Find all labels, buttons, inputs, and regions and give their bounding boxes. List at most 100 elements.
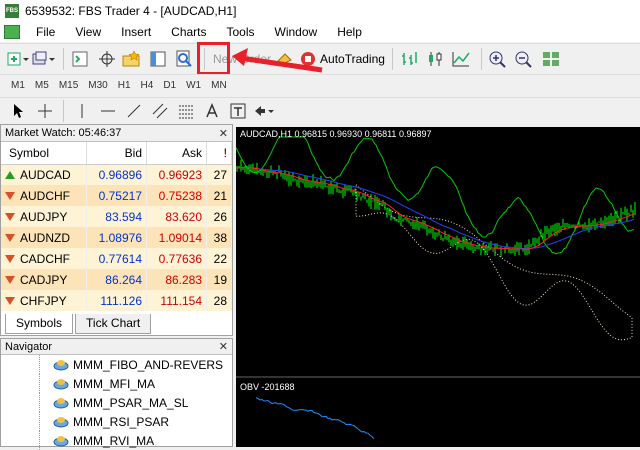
menu-view[interactable]: View	[65, 22, 111, 42]
bid-cell: 111.126	[86, 290, 148, 311]
symbol-row[interactable]: AUDCAD 0.96896 0.96923 27	[1, 164, 232, 185]
navigator-tree: MMM_FIBO_AND-REVERS MMM_MFI_MA MMM_PSAR_MA…	[1, 355, 232, 450]
trendline-tool[interactable]	[121, 100, 147, 122]
timeframe-w1[interactable]: W1	[181, 76, 206, 96]
line-studies-toolbar	[0, 97, 640, 123]
timeframe-m1[interactable]: M1	[6, 76, 30, 96]
timeframe-d1[interactable]: D1	[158, 76, 181, 96]
symbol-row[interactable]: AUDJPY 83.594 83.620 26	[1, 206, 232, 227]
text-label-tool[interactable]	[225, 100, 251, 122]
menu-window[interactable]: Window	[265, 22, 328, 42]
column-header-bid[interactable]: Bid	[86, 142, 148, 165]
crosshair-icon	[38, 103, 52, 118]
line-chart-icon	[452, 51, 470, 66]
menu-charts[interactable]: Charts	[161, 22, 216, 42]
favorites-button[interactable]	[121, 47, 145, 71]
symbol-cell: AUDCAD	[1, 164, 87, 185]
price-chart[interactable]	[235, 127, 640, 447]
new-chart-icon	[7, 52, 29, 65]
timeframe-h4[interactable]: H4	[136, 76, 159, 96]
symbol-row[interactable]: CADJPY 86.264 86.283 19	[1, 269, 232, 290]
cursor-tool[interactable]	[6, 100, 32, 122]
symbol-cell: AUDNZD	[1, 227, 87, 248]
timeframe-m30[interactable]: M30	[83, 76, 112, 96]
symbol-row[interactable]: AUDCHF 0.75217 0.75238 21	[1, 185, 232, 206]
navigator-icon	[150, 51, 166, 66]
tile-windows-icon	[542, 51, 559, 66]
line-chart-button[interactable]	[450, 47, 474, 71]
bid-cell: 83.594	[86, 206, 148, 227]
arrows-tool[interactable]	[251, 100, 277, 122]
ask-cell: 111.154	[146, 290, 208, 311]
tab-symbols[interactable]: Symbols	[5, 314, 74, 334]
symbol-row[interactable]: CHFJPY 111.126 111.154 28	[1, 290, 232, 311]
trendline-icon	[127, 104, 141, 117]
bar-chart-button[interactable]	[398, 47, 422, 71]
horizontal-line-icon	[101, 110, 115, 111]
text-label-icon	[230, 103, 246, 118]
close-icon[interactable]: ✕	[219, 340, 228, 353]
spread-cell: 38	[206, 227, 232, 248]
vertical-line-tool[interactable]	[69, 100, 95, 122]
ask-cell: 0.77636	[146, 248, 208, 269]
zoom-out-button[interactable]	[513, 47, 537, 71]
bid-cell: 0.96896	[86, 164, 148, 185]
navigator-item[interactable]: MMM_RSI_PSAR	[1, 412, 232, 431]
tab-tick-chart[interactable]: Tick Chart	[75, 314, 152, 334]
chart-window[interactable]: AUDCAD,H1 0.96815 0.96930 0.96811 0.9689…	[235, 127, 640, 447]
cursor-arrow-icon	[14, 103, 23, 118]
ask-cell: 1.09014	[146, 227, 208, 248]
column-header-ask[interactable]: Ask	[146, 142, 208, 165]
menu-bar: File View Insert Charts Tools Window Hel…	[0, 22, 640, 42]
new-chart-button[interactable]	[6, 47, 30, 71]
expert-advisor-icon	[53, 435, 69, 446]
chart-window-icon[interactable]	[4, 25, 20, 39]
navigator-item[interactable]: MMM_PSAR_MA_SL	[1, 393, 232, 412]
vertical-line-icon	[81, 103, 83, 118]
zoom-in-button[interactable]	[487, 47, 511, 71]
menu-help[interactable]: Help	[327, 22, 372, 42]
column-header-symbol[interactable]: Symbol	[1, 142, 87, 165]
candlestick-icon	[428, 51, 442, 66]
market-watch-button[interactable]	[69, 47, 93, 71]
fbs-app-icon: FBS	[5, 4, 19, 18]
window-title: 6539532: FBS Trader 4 - [AUDCAD,H1]	[25, 4, 237, 18]
chart-price-header: AUDCAD,H1 0.96815 0.96930 0.96811 0.9689…	[240, 129, 432, 139]
symbol-row[interactable]: CADCHF 0.77614 0.77636 22	[1, 248, 232, 269]
navigator-item-label: MMM_PSAR_MA_SL	[73, 395, 189, 410]
close-icon[interactable]: ✕	[219, 127, 228, 140]
horizontal-line-tool[interactable]	[95, 100, 121, 122]
crosshair-button[interactable]	[95, 47, 119, 71]
menu-insert[interactable]: Insert	[111, 22, 161, 42]
symbol-cell: CADJPY	[1, 269, 87, 290]
market-watch-table: Symbol Bid Ask ! AUDCAD 0.96896 0.96923 27 A…	[1, 142, 232, 311]
timeframe-h1[interactable]: H1	[113, 76, 136, 96]
fibonacci-tool[interactable]	[173, 100, 199, 122]
timeframe-m15[interactable]: M15	[54, 76, 83, 96]
candlestick-button[interactable]	[424, 47, 448, 71]
tile-windows-button[interactable]	[539, 47, 563, 71]
ask-cell: 83.620	[146, 206, 208, 227]
navigator-button[interactable]	[147, 47, 171, 71]
column-header-spread[interactable]: !	[206, 142, 232, 165]
menu-tools[interactable]: Tools	[217, 22, 265, 42]
toolbar-separator	[391, 47, 393, 70]
expert-advisor-icon	[53, 359, 69, 370]
arrows-dropdown-icon	[255, 105, 274, 116]
timeframe-mn[interactable]: MN	[206, 76, 232, 96]
symbol-row[interactable]: AUDNZD 1.08976 1.09014 38	[1, 227, 232, 248]
zoom-out-icon	[515, 51, 532, 68]
menu-file[interactable]: File	[26, 22, 65, 42]
timeframe-m5[interactable]: M5	[30, 76, 54, 96]
crosshair-tool[interactable]	[32, 100, 58, 122]
channel-tool[interactable]	[147, 100, 173, 122]
strategy-tester-button[interactable]	[173, 47, 197, 71]
profiles-button[interactable]	[32, 47, 56, 71]
navigator-item[interactable]: MMM_MFI_MA	[1, 374, 232, 393]
ask-cell: 0.96923	[146, 164, 208, 185]
market-watch-panel: Market Watch: 05:46:37 ✕ Symbol Bid Ask …	[0, 124, 233, 336]
navigator-item[interactable]: MMM_FIBO_AND-REVERS	[1, 355, 232, 374]
spread-cell: 28	[206, 290, 232, 311]
text-tool[interactable]	[199, 100, 225, 122]
navigator-item[interactable]: MMM_RVI_MA	[1, 431, 232, 450]
